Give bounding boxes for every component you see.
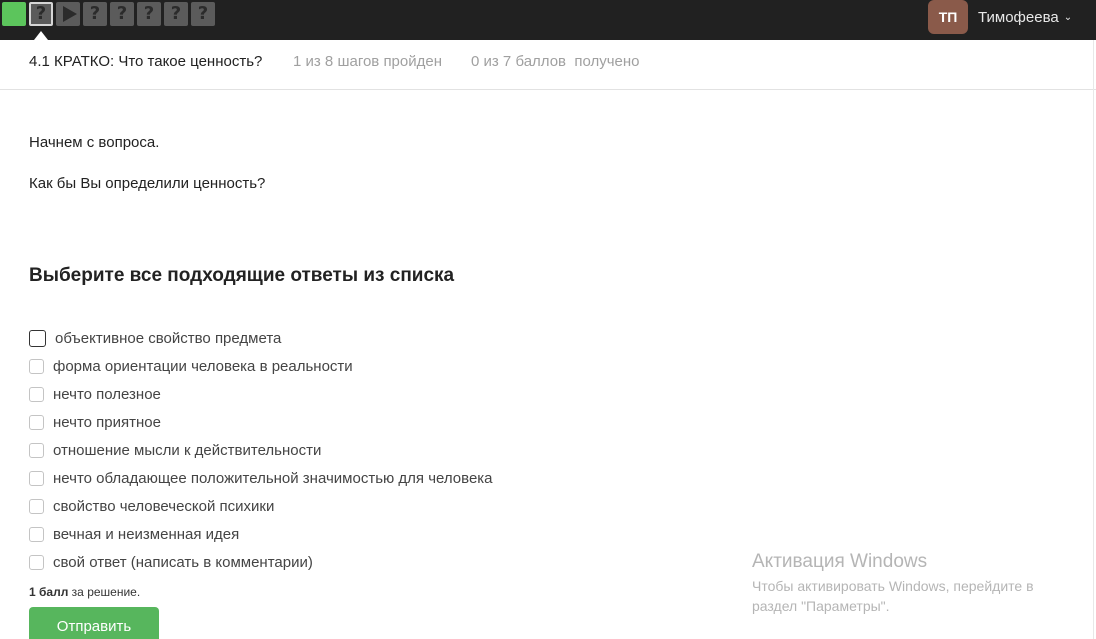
checkbox[interactable] xyxy=(29,358,44,374)
checkbox[interactable] xyxy=(29,414,44,430)
option-3[interactable]: нечто полезное xyxy=(29,380,493,408)
option-2[interactable]: форма ориентации человека в реальности xyxy=(29,352,493,380)
question-text: Как бы Вы определили ценность? xyxy=(29,175,266,192)
option-label[interactable]: вечная и неизменная идея xyxy=(53,526,239,543)
option-label[interactable]: форма ориентации человека в реальности xyxy=(53,358,353,375)
step-question-icon: ? xyxy=(89,3,101,24)
checkbox[interactable] xyxy=(29,498,44,514)
option-8[interactable]: вечная и неизменная идея xyxy=(29,520,493,548)
user-name[interactable]: Тимофеева xyxy=(978,9,1059,26)
option-label[interactable]: нечто обладающее положительной значимост… xyxy=(53,470,493,487)
step-4[interactable]: ? xyxy=(83,2,107,26)
active-step-caret xyxy=(34,31,48,40)
watermark-title: Активация Windows xyxy=(752,551,928,572)
chevron-down-icon[interactable]: ⌄ xyxy=(1064,12,1072,23)
points-suffix: за решение. xyxy=(68,585,141,599)
step-3-video[interactable] xyxy=(56,2,80,26)
option-1[interactable]: объективное свойство предмета xyxy=(29,324,493,352)
option-label[interactable]: свой ответ (написать в комментарии) xyxy=(53,554,313,571)
step-1-done[interactable] xyxy=(2,2,26,26)
checkbox[interactable] xyxy=(29,470,44,486)
checkbox[interactable] xyxy=(29,526,44,542)
option-7[interactable]: свойство человеческой психики xyxy=(29,492,493,520)
lesson-header: 4.1 КРАТКО: Что такое ценность? 1 из 8 ш… xyxy=(0,40,1096,90)
step-2-active[interactable]: ? xyxy=(29,2,53,26)
intro-text: Начнем с вопроса. xyxy=(29,134,160,151)
steps-progress: 1 из 8 шагов пройден xyxy=(293,53,443,70)
option-6[interactable]: нечто обладающее положительной значимост… xyxy=(29,464,493,492)
step-question-icon: ? xyxy=(35,3,47,24)
option-label[interactable]: отношение мысли к действительности xyxy=(53,442,321,459)
page: ? ? ? ? ? ? ТП Тимофеева ⌄ 4.1 КРАТКО: Ч… xyxy=(0,0,1096,639)
option-5[interactable]: отношение мысли к действительности xyxy=(29,436,493,464)
step-2-wrapper: ? xyxy=(29,2,53,40)
checkbox[interactable] xyxy=(29,386,44,402)
step-5[interactable]: ? xyxy=(110,2,134,26)
checkbox[interactable] xyxy=(29,554,44,570)
option-label[interactable]: свойство человеческой психики xyxy=(53,498,274,515)
answer-options: объективное свойство предмета форма орие… xyxy=(29,324,493,576)
step-question-icon: ? xyxy=(170,3,182,24)
user-menu[interactable]: ТП Тимофеева ⌄ xyxy=(928,0,1072,34)
step-question-icon: ? xyxy=(197,3,209,24)
step-8[interactable]: ? xyxy=(191,2,215,26)
checkbox[interactable] xyxy=(29,442,44,458)
step-question-icon: ? xyxy=(116,3,128,24)
step-6[interactable]: ? xyxy=(137,2,161,26)
content-right-border xyxy=(1093,40,1094,639)
windows-activation-watermark: Активация Windows Чтобы активировать Win… xyxy=(752,551,1072,616)
top-navigation-bar: ? ? ? ? ? ? ТП Тимофеева ⌄ xyxy=(0,0,1096,40)
option-label[interactable]: нечто приятное xyxy=(53,414,161,431)
lesson-steps: ? ? ? ? ? ? xyxy=(2,2,215,40)
score-progress: 0 из 7 баллов получено xyxy=(471,53,640,70)
avatar[interactable]: ТП xyxy=(928,0,968,34)
play-icon xyxy=(62,6,77,22)
option-9[interactable]: свой ответ (написать в комментарии) xyxy=(29,548,493,576)
points-value: 1 балл xyxy=(29,585,69,599)
step-question-icon: ? xyxy=(143,3,155,24)
option-label[interactable]: объективное свойство предмета xyxy=(55,330,281,347)
checkbox[interactable] xyxy=(29,329,46,347)
option-label[interactable]: нечто полезное xyxy=(53,386,161,403)
option-4[interactable]: нечто приятное xyxy=(29,408,493,436)
instruction-heading: Выберите все подходящие ответы из списка xyxy=(29,265,455,286)
lesson-title: 4.1 КРАТКО: Что такое ценность? xyxy=(29,53,263,70)
submit-button[interactable]: Отправить xyxy=(29,607,159,639)
watermark-text: Чтобы активировать Windows, перейдите в … xyxy=(752,578,1034,614)
step-7[interactable]: ? xyxy=(164,2,188,26)
points-info: 1 балл за решение. xyxy=(29,585,140,599)
